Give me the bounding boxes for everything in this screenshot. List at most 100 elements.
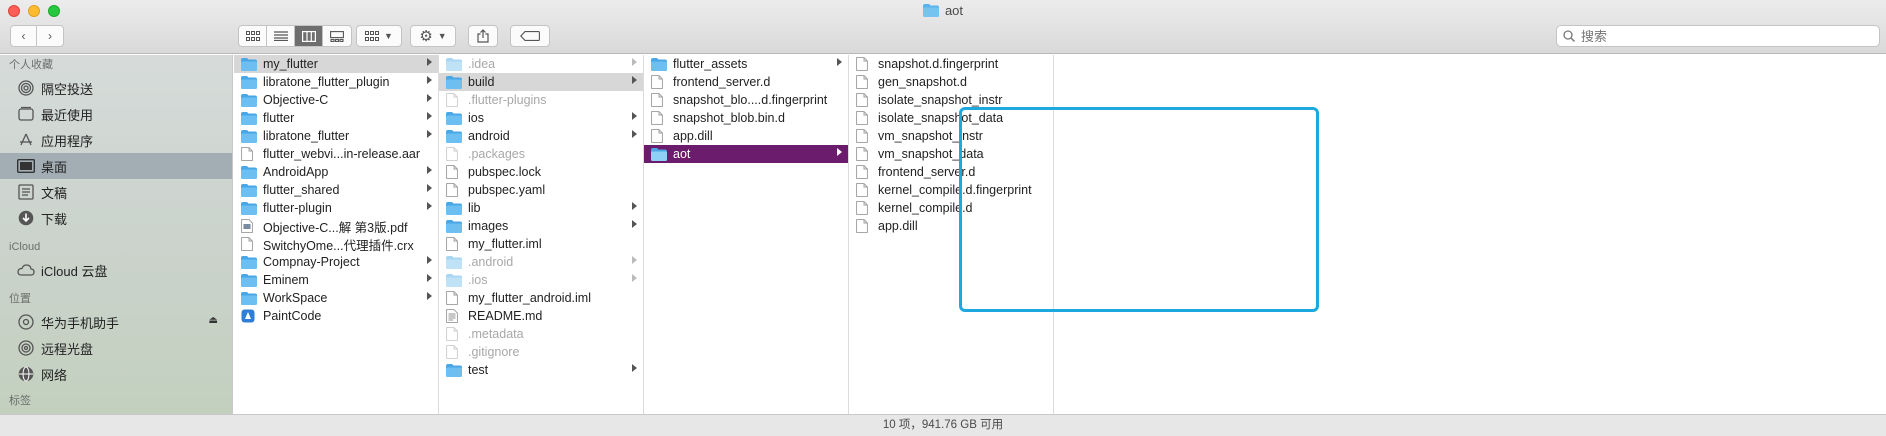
column-view-button[interactable]: [295, 26, 323, 46]
column-1: my_flutter libratone_flutter_plugin Object…: [234, 55, 439, 414]
file-row[interactable]: .gitignore: [439, 343, 643, 361]
folder-row[interactable]: lib: [439, 199, 643, 217]
file-row[interactable]: .packages: [439, 145, 643, 163]
sidebar-item-downloads[interactable]: 下载: [0, 205, 232, 231]
back-forward-control: ‹ ›: [10, 25, 64, 47]
file-icon: [856, 165, 872, 179]
file-row[interactable]: .flutter-plugins: [439, 91, 643, 109]
file-row[interactable]: isolate_snapshot_instr: [849, 91, 1053, 109]
file-row[interactable]: app.dill: [849, 217, 1053, 235]
file-icon: [856, 147, 872, 161]
item-name: lib: [468, 201, 481, 215]
file-row[interactable]: app.dill: [644, 127, 848, 145]
search-input[interactable]: [1581, 28, 1861, 44]
file-row[interactable]: Objective-C...解 第3版.pdf: [234, 217, 438, 235]
folder-row[interactable]: my_flutter: [234, 55, 438, 73]
item-name: WorkSpace: [263, 291, 328, 305]
file-icon: [241, 147, 257, 161]
item-name: flutter_webvi...in-release.aar: [263, 147, 421, 161]
file-row[interactable]: PaintCode: [234, 307, 438, 325]
eject-icon[interactable]: ⏏: [209, 315, 218, 326]
file-row[interactable]: gen_snapshot.d: [849, 73, 1053, 91]
file-icon: [446, 93, 462, 107]
recents-icon: [17, 105, 35, 123]
folder-icon: [241, 273, 257, 287]
sidebar-item-recents[interactable]: 最近使用: [0, 101, 232, 127]
sidebar-item-documents[interactable]: 文稿: [0, 179, 232, 205]
search-field[interactable]: [1556, 25, 1880, 47]
folder-row[interactable]: flutter-plugin: [234, 199, 438, 217]
file-row[interactable]: README.md: [439, 307, 643, 325]
item-name: vm_snapshot_instr: [878, 129, 983, 143]
folder-row[interactable]: Objective-C: [234, 91, 438, 109]
back-button[interactable]: ‹: [11, 26, 38, 46]
folder-row[interactable]: flutter_assets: [644, 55, 848, 73]
file-row[interactable]: pubspec.lock: [439, 163, 643, 181]
action-menu-button[interactable]: ⚙ ▼: [410, 25, 456, 47]
sidebar-item-remote-disc[interactable]: 远程光盘: [0, 335, 232, 361]
tags-button[interactable]: [510, 25, 550, 47]
share-button[interactable]: [468, 25, 498, 47]
file-row[interactable]: my_flutter_android.iml: [439, 289, 643, 307]
folder-row[interactable]: images: [439, 217, 643, 235]
folder-row[interactable]: .android: [439, 253, 643, 271]
sidebar-item-desktop[interactable]: 桌面: [0, 153, 232, 179]
icon-view-button[interactable]: [239, 26, 267, 46]
folder-row[interactable]: android: [439, 127, 643, 145]
item-name: gen_snapshot.d: [878, 75, 967, 89]
column-browser: my_flutter libratone_flutter_plugin Object…: [234, 55, 1886, 414]
file-row[interactable]: snapshot_blob.bin.d: [644, 109, 848, 127]
sidebar-item-icloud-drive[interactable]: iCloud 云盘: [0, 257, 232, 283]
folder-row[interactable]: WorkSpace: [234, 289, 438, 307]
file-row[interactable]: kernel_compile.d: [849, 199, 1053, 217]
file-row[interactable]: isolate_snapshot_data: [849, 109, 1053, 127]
sidebar-item-huawei-assistant[interactable]: 华为手机助手 ⏏: [0, 309, 232, 335]
file-row[interactable]: flutter_webvi...in-release.aar: [234, 145, 438, 163]
folder-icon: [446, 111, 462, 125]
file-row[interactable]: SwitchyOme...代理插件.crx: [234, 235, 438, 253]
folder-row[interactable]: build: [439, 73, 643, 91]
disclosure-arrow-icon: [427, 58, 432, 66]
folder-row[interactable]: libratone_flutter_plugin: [234, 73, 438, 91]
group-by-button[interactable]: ▼: [356, 25, 402, 47]
folder-row[interactable]: Eminem: [234, 271, 438, 289]
sidebar-item-label: 华为手机助手: [41, 315, 120, 331]
forward-button[interactable]: ›: [37, 26, 63, 46]
folder-row[interactable]: .ios: [439, 271, 643, 289]
file-row[interactable]: vm_snapshot_instr: [849, 127, 1053, 145]
sidebar-item-airdrop[interactable]: 隔空投送: [0, 75, 232, 101]
item-name: build: [468, 75, 495, 89]
folder-row[interactable]: .idea: [439, 55, 643, 73]
file-row[interactable]: frontend_server.d: [849, 163, 1053, 181]
status-bar: 10 项，941.76 GB 可用: [0, 414, 1886, 436]
folder-icon: [241, 183, 257, 197]
sidebar-item-network[interactable]: 网络: [0, 361, 232, 387]
file-row[interactable]: frontend_server.d: [644, 73, 848, 91]
folder-icon: [241, 165, 257, 179]
file-icon: [651, 93, 667, 107]
file-row[interactable]: snapshot_blo....d.fingerprint: [644, 91, 848, 109]
folder-icon: [241, 129, 257, 143]
window-title: aot: [0, 3, 1886, 20]
folder-row[interactable]: flutter: [234, 109, 438, 127]
folder-row[interactable]: flutter_shared: [234, 181, 438, 199]
file-row[interactable]: vm_snapshot_data: [849, 145, 1053, 163]
sidebar-item-applications[interactable]: 应用程序: [0, 127, 232, 153]
folder-row[interactable]: aot: [644, 145, 848, 163]
folder-icon: [651, 57, 667, 71]
file-row[interactable]: pubspec.yaml: [439, 181, 643, 199]
file-row[interactable]: my_flutter.iml: [439, 235, 643, 253]
folder-row[interactable]: test: [439, 361, 643, 379]
file-row[interactable]: .metadata: [439, 325, 643, 343]
list-view-button[interactable]: [267, 26, 295, 46]
file-row[interactable]: kernel_compile.d.fingerprint: [849, 181, 1053, 199]
disclosure-arrow-icon: [837, 148, 842, 156]
item-name: .ios: [468, 273, 488, 287]
folder-row[interactable]: ios: [439, 109, 643, 127]
folder-row[interactable]: AndroidApp: [234, 163, 438, 181]
file-row[interactable]: snapshot.d.fingerprint: [849, 55, 1053, 73]
item-name: my_flutter.iml: [468, 237, 542, 251]
folder-row[interactable]: libratone_flutter: [234, 127, 438, 145]
folder-row[interactable]: Compnay-Project: [234, 253, 438, 271]
gallery-view-button[interactable]: [323, 26, 351, 46]
